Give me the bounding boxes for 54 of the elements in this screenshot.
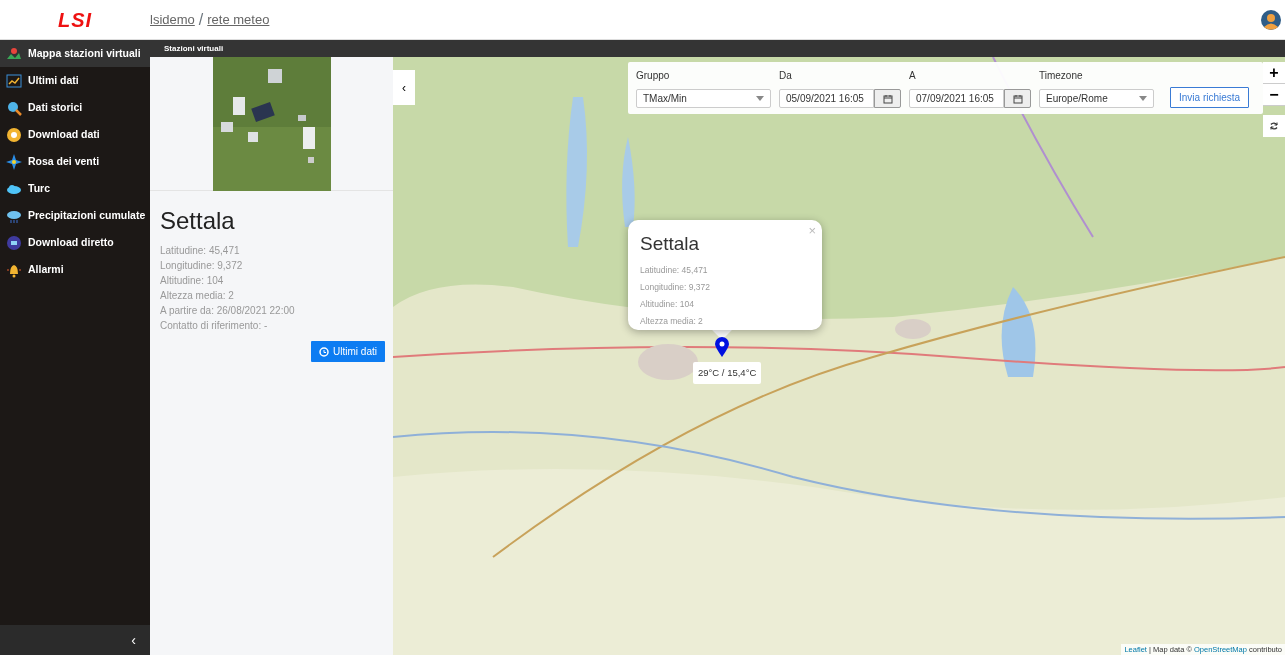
refresh-button[interactable] <box>1263 115 1285 137</box>
station-name: Settala <box>160 206 236 236</box>
history-icon <box>319 346 330 357</box>
calendar-button[interactable] <box>874 89 901 108</box>
logo: LSI <box>57 7 93 33</box>
station-detail: Altitudine: 104 <box>160 274 225 288</box>
breadcrumb-link[interactable]: rete meteo <box>207 9 270 30</box>
group-select[interactable]: TMax/Min <box>636 89 771 108</box>
sidebar-item[interactable]: Download dati <box>0 121 150 148</box>
caret-icon <box>756 96 764 101</box>
popup-detail: Altitudine: 104 <box>640 297 695 311</box>
breadcrumb-separator: / <box>198 9 204 30</box>
popup-detail: Latitudine: 45,471 <box>640 263 709 277</box>
calendar-icon <box>882 93 893 104</box>
station-detail: Altezza media: 2 <box>160 289 235 303</box>
calendar-icon <box>1012 93 1023 104</box>
sidebar-item[interactable]: Precipitazioni cumulate <box>0 202 150 229</box>
caret-icon <box>1139 96 1147 101</box>
map-icon <box>6 45 22 62</box>
sidebar-item[interactable]: Dati storici <box>0 94 150 121</box>
wind-icon <box>6 153 22 170</box>
sidebar-item[interactable]: Allarmi <box>0 256 150 283</box>
breadcrumb-link[interactable]: lsidemo <box>150 9 195 30</box>
field-label: A <box>909 69 917 83</box>
panel-title: Stazioni virtuali <box>150 40 1285 57</box>
sidebar-item[interactable]: Ultimi dati <box>0 67 150 94</box>
submit-button[interactable]: Invia richiesta <box>1170 87 1250 108</box>
latest-data-button[interactable]: Ultimi dati <box>311 341 385 362</box>
calendar-button[interactable] <box>1004 89 1031 108</box>
sidebar-item[interactable]: Download diretto <box>0 229 150 256</box>
sidebar-item[interactable]: Mappa stazioni virtuali <box>0 40 150 67</box>
popup-detail: Altezza media: 2 <box>640 314 704 328</box>
field-label: Da <box>779 69 793 83</box>
map-marker-icon[interactable] <box>715 337 729 357</box>
station-detail: Latitudine: 45,471 <box>160 244 241 258</box>
collapse-button[interactable]: ‹ <box>393 70 415 105</box>
popup-title: Settala <box>640 232 701 256</box>
date-field[interactable]: 07/09/2021 16:05 <box>909 89 1004 108</box>
collapse-button[interactable]: ‹ <box>0 625 150 655</box>
refresh-icon <box>1269 121 1279 131</box>
search-icon <box>6 99 22 116</box>
sidebar-item[interactable]: Turc <box>0 175 150 202</box>
chart-icon <box>6 72 22 89</box>
station-detail: A partire da: 26/08/2021 22:00 <box>160 304 296 318</box>
avatar-icon[interactable] <box>1261 9 1281 30</box>
station-detail: Longitudine: 9,372 <box>160 259 244 273</box>
marker-label: 29°C / 15,4°C <box>693 362 762 385</box>
date-field[interactable]: 05/09/2021 16:05 <box>779 89 874 108</box>
field-label: Gruppo <box>636 69 671 83</box>
station-detail: Contatto di riferimento: - <box>160 319 269 333</box>
field-label: Timezone <box>1039 69 1084 83</box>
popup-detail: Longitudine: 9,372 <box>640 280 711 294</box>
sidebar-item[interactable]: Rosa dei venti <box>0 148 150 175</box>
timezone-select[interactable]: Europe/Rome <box>1039 89 1154 108</box>
